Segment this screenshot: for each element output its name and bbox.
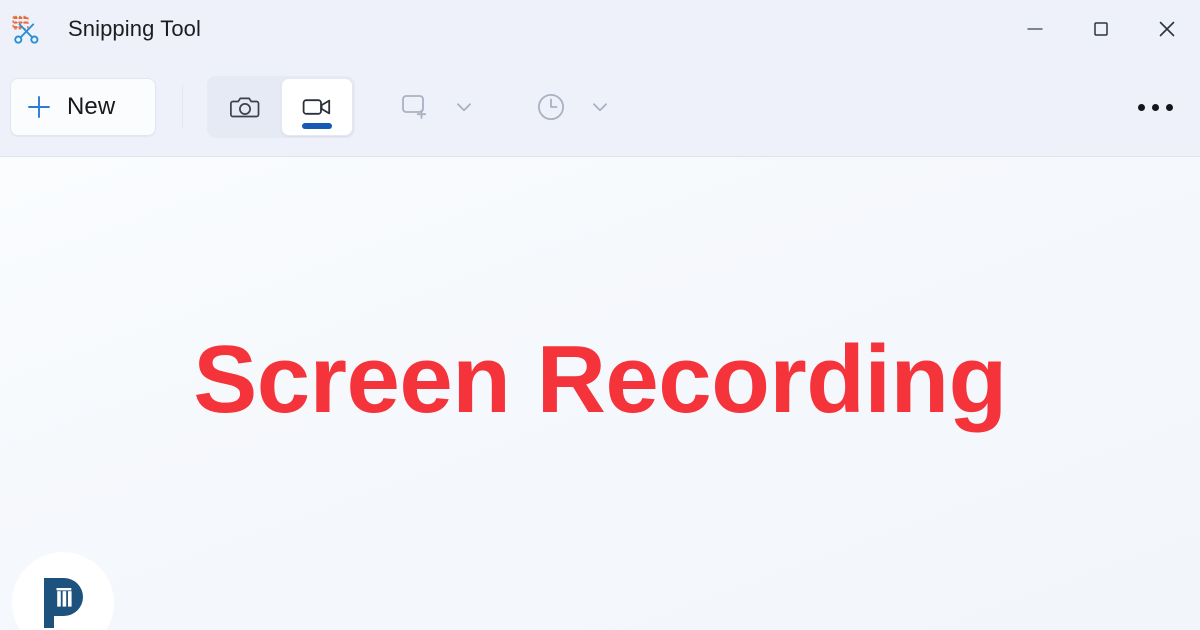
snipping-tool-window: Snipping Tool New Screen Recording xyxy=(0,0,1200,630)
window-controls xyxy=(1002,0,1200,58)
plus-icon xyxy=(25,93,53,121)
snip-mode-cluster xyxy=(387,78,485,136)
watermark-logo xyxy=(12,552,114,630)
capture-canvas: Screen Recording xyxy=(0,157,1200,630)
snapshot-mode-button[interactable] xyxy=(209,78,281,136)
snip-mode-chevron-down-icon[interactable] xyxy=(443,79,485,135)
capture-mode-group xyxy=(207,76,355,138)
delay-cluster xyxy=(523,78,621,136)
window-title: Snipping Tool xyxy=(68,16,201,41)
ellipsis-dot xyxy=(1165,103,1173,111)
title-bar: Snipping Tool xyxy=(0,0,1200,58)
ellipsis-dot xyxy=(1151,103,1159,111)
p-monogram-logo xyxy=(44,578,83,628)
new-button[interactable]: New xyxy=(10,78,156,136)
toolbar: New xyxy=(0,58,1200,157)
minimize-button[interactable] xyxy=(1002,0,1068,58)
close-button[interactable] xyxy=(1134,0,1200,58)
ellipsis-dot xyxy=(1137,103,1145,111)
toolbar-divider xyxy=(182,85,183,129)
maximize-button[interactable] xyxy=(1068,0,1134,58)
new-button-label: New xyxy=(67,93,116,120)
clock-icon[interactable] xyxy=(523,79,579,135)
snipping-tool-icon xyxy=(8,12,42,46)
ellipsis-icon[interactable] xyxy=(1124,79,1186,135)
hero-heading: Screen Recording xyxy=(193,325,1007,433)
delay-chevron-down-icon[interactable] xyxy=(579,79,621,135)
selected-indicator xyxy=(302,123,332,129)
rectangle-plus-icon[interactable] xyxy=(387,79,443,135)
record-mode-button[interactable] xyxy=(281,78,353,136)
